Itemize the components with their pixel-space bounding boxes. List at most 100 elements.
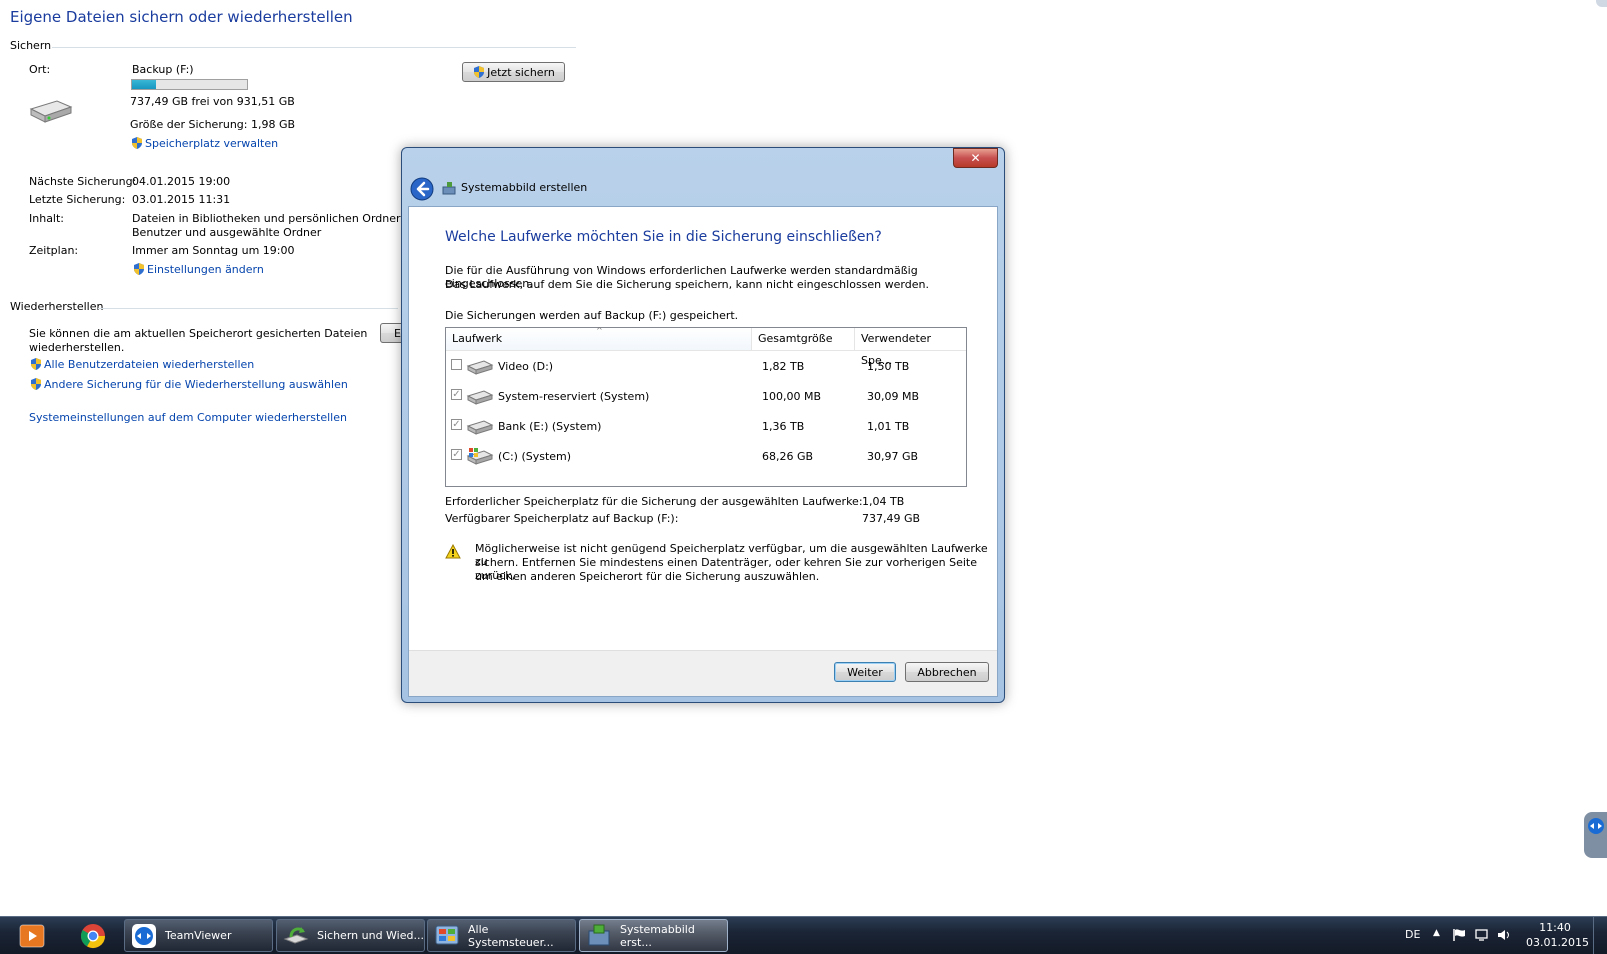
show-desktop-button[interactable] xyxy=(1593,917,1607,954)
select-other-backup-link-text: Andere Sicherung für die Wiederherstellu… xyxy=(44,378,348,391)
backup-restore-icon xyxy=(283,926,309,944)
restore-system-settings-link[interactable]: Systemeinstellungen auf dem Computer wie… xyxy=(29,411,347,424)
last-backup-label: Letzte Sicherung: xyxy=(29,193,126,206)
control-panel-icon xyxy=(435,925,459,944)
next-backup-value: 04.01.2015 19:00 xyxy=(132,175,231,188)
system-image-icon xyxy=(588,924,610,945)
drive-checkbox[interactable] xyxy=(451,359,462,370)
drive-used-space: 30,97 GB xyxy=(867,450,919,463)
cancel-button-label: Abbrechen xyxy=(917,665,977,679)
hard-drive-icon xyxy=(466,420,494,435)
required-space-value: 1,04 TB xyxy=(862,495,905,508)
restore-all-users-link[interactable]: Alle Benutzerdateien wiederherstellen xyxy=(29,357,254,371)
teamviewer-icon xyxy=(1588,818,1604,834)
location-value: Backup (F:) xyxy=(132,63,194,76)
schedule-value: Immer am Sonntag um 19:00 xyxy=(132,244,295,257)
drive-checkbox: ✓ xyxy=(451,419,462,430)
available-space-value: 737,49 GB xyxy=(862,512,921,525)
dialog-close-button[interactable]: ✕ xyxy=(953,148,998,168)
dialog-footer: Weiter Abbrechen xyxy=(409,650,997,696)
drive-used-space: 1,01 TB xyxy=(867,420,910,433)
change-settings-link[interactable]: Einstellungen ändern xyxy=(132,262,264,276)
taskbar-control-panel-label: Alle Systemsteuer... xyxy=(468,922,554,949)
backup-section-heading: Sichern xyxy=(10,39,52,52)
chrome-icon[interactable] xyxy=(79,922,107,950)
restore-description-line1: Sie können die am aktuellen Speicherort … xyxy=(29,327,368,340)
backup-size-text: Größe der Sicherung: 1,98 GB xyxy=(130,118,296,131)
change-settings-link-text: Einstellungen ändern xyxy=(147,263,264,276)
show-hidden-icons-button[interactable]: ▲ xyxy=(1433,928,1440,938)
location-label: Ort: xyxy=(29,63,51,76)
taskbar-teamviewer[interactable]: TeamViewer xyxy=(124,919,273,952)
drive-used-space: 1,50 TB xyxy=(867,360,910,373)
drive-checkbox: ✓ xyxy=(451,389,462,400)
taskbar: TeamViewer Sichern und Wied... Alle Syst… xyxy=(0,916,1607,954)
drive-used-space: 30,09 MB xyxy=(867,390,920,403)
drive-row[interactable]: ✓ (C:) (System) 68,26 GB 30,97 GB xyxy=(446,441,966,471)
back-arrow-button[interactable] xyxy=(410,177,434,201)
manage-space-link-text: Speicherplatz verwalten xyxy=(145,137,279,150)
content-value-line1: Dateien in Bibliotheken und persönlichen… xyxy=(132,212,427,225)
clock-date[interactable]: 03.01.2015 xyxy=(1526,936,1589,949)
drive-checkbox: ✓ xyxy=(451,449,462,460)
action-center-flag-icon[interactable] xyxy=(1452,928,1468,942)
media-player-icon[interactable] xyxy=(18,923,46,949)
drive-row[interactable]: ✓ System-reserviert (System) 100,00 MB 3… xyxy=(446,381,966,411)
column-header-total-size[interactable]: Gesamtgröße xyxy=(752,328,855,350)
taskbar-control-panel[interactable]: Alle Systemsteuer... xyxy=(427,919,576,952)
restore-all-users-link-text: Alle Benutzerdateien wiederherstellen xyxy=(44,358,255,371)
network-icon[interactable] xyxy=(1474,928,1490,942)
drive-list: Laufwerk ^ Gesamtgröße Verwendeter Spe..… xyxy=(445,326,967,487)
dialog-content: Welche Laufwerke möchten Sie in die Sich… xyxy=(408,206,998,697)
uac-shield-icon xyxy=(31,358,41,370)
last-backup-value: 03.01.2015 11:31 xyxy=(132,193,231,206)
hard-drive-icon xyxy=(466,360,494,375)
required-space-label: Erforderlicher Speicherplatz für die Sic… xyxy=(445,495,863,508)
warning-icon xyxy=(445,544,461,559)
drive-name: (C:) (System) xyxy=(498,450,572,463)
drive-name: System-reserviert (System) xyxy=(498,390,650,403)
restore-section-divider xyxy=(98,308,398,309)
content-label: Inhalt: xyxy=(29,212,65,225)
taskbar-backup-restore[interactable]: Sichern und Wied... xyxy=(276,919,425,952)
drive-row[interactable]: ✓ Bank (E:) (System) 1,36 TB 1,01 TB xyxy=(446,411,966,441)
drive-total-size: 68,26 GB xyxy=(762,450,814,463)
select-other-backup-link[interactable]: Andere Sicherung für die Wiederherstellu… xyxy=(29,377,348,391)
disk-free-text: 737,49 GB frei von 931,51 GB xyxy=(130,95,295,108)
drive-name: Video (D:) xyxy=(498,360,554,373)
warning-line3: um einen anderen Speicherort für die Sic… xyxy=(475,570,820,583)
backup-now-button[interactable]: Jetzt sichern xyxy=(462,62,565,82)
backup-section-divider xyxy=(52,47,576,48)
teamviewer-side-tab[interactable] xyxy=(1584,812,1607,858)
clock-time[interactable]: 11:40 xyxy=(1530,921,1580,934)
restore-section-heading: Wiederherstellen xyxy=(10,300,104,313)
next-button-label: Weiter xyxy=(847,665,883,679)
drive-total-size: 1,36 TB xyxy=(762,420,805,433)
windows-drive-icon xyxy=(466,448,494,465)
drive-list-header: Laufwerk ^ Gesamtgröße Verwendeter Spe..… xyxy=(446,326,966,367)
backup-now-label: Jetzt sichern xyxy=(487,65,555,79)
taskbar-teamviewer-label: TeamViewer xyxy=(165,929,232,942)
hard-drive-icon xyxy=(466,390,494,405)
window-corner-fragment xyxy=(1596,0,1607,7)
sort-ascending-icon: ^ xyxy=(596,326,603,335)
cancel-button[interactable]: Abbrechen xyxy=(905,662,989,682)
taskbar-system-image[interactable]: Systemabbild erst... xyxy=(579,919,728,952)
system-image-app-icon xyxy=(442,182,456,195)
drive-total-size: 100,00 MB xyxy=(762,390,822,403)
drive-name: Bank (E:) (System) xyxy=(498,420,602,433)
drive-total-size: 1,82 TB xyxy=(762,360,805,373)
uac-shield-icon xyxy=(31,378,41,390)
volume-icon[interactable] xyxy=(1496,928,1512,942)
content-value-line2: Benutzer und ausgewählte Ordner xyxy=(132,226,322,239)
restore-files-button-label: E xyxy=(394,326,401,340)
dialog-heading: Welche Laufwerke möchten Sie in die Sich… xyxy=(445,229,882,245)
next-button[interactable]: Weiter xyxy=(834,662,896,682)
drive-row[interactable]: Video (D:) 1,82 TB 1,50 TB xyxy=(446,351,966,381)
uac-shield-icon xyxy=(474,66,485,78)
column-header-used-space[interactable]: Verwendeter Spe... xyxy=(855,328,958,367)
available-space-label: Verfügbarer Speicherplatz auf Backup (F:… xyxy=(445,512,679,525)
language-indicator[interactable]: DE xyxy=(1405,928,1420,941)
taskbar-system-image-label: Systemabbild erst... xyxy=(620,922,695,949)
manage-space-link[interactable]: Speicherplatz verwalten xyxy=(130,136,278,150)
